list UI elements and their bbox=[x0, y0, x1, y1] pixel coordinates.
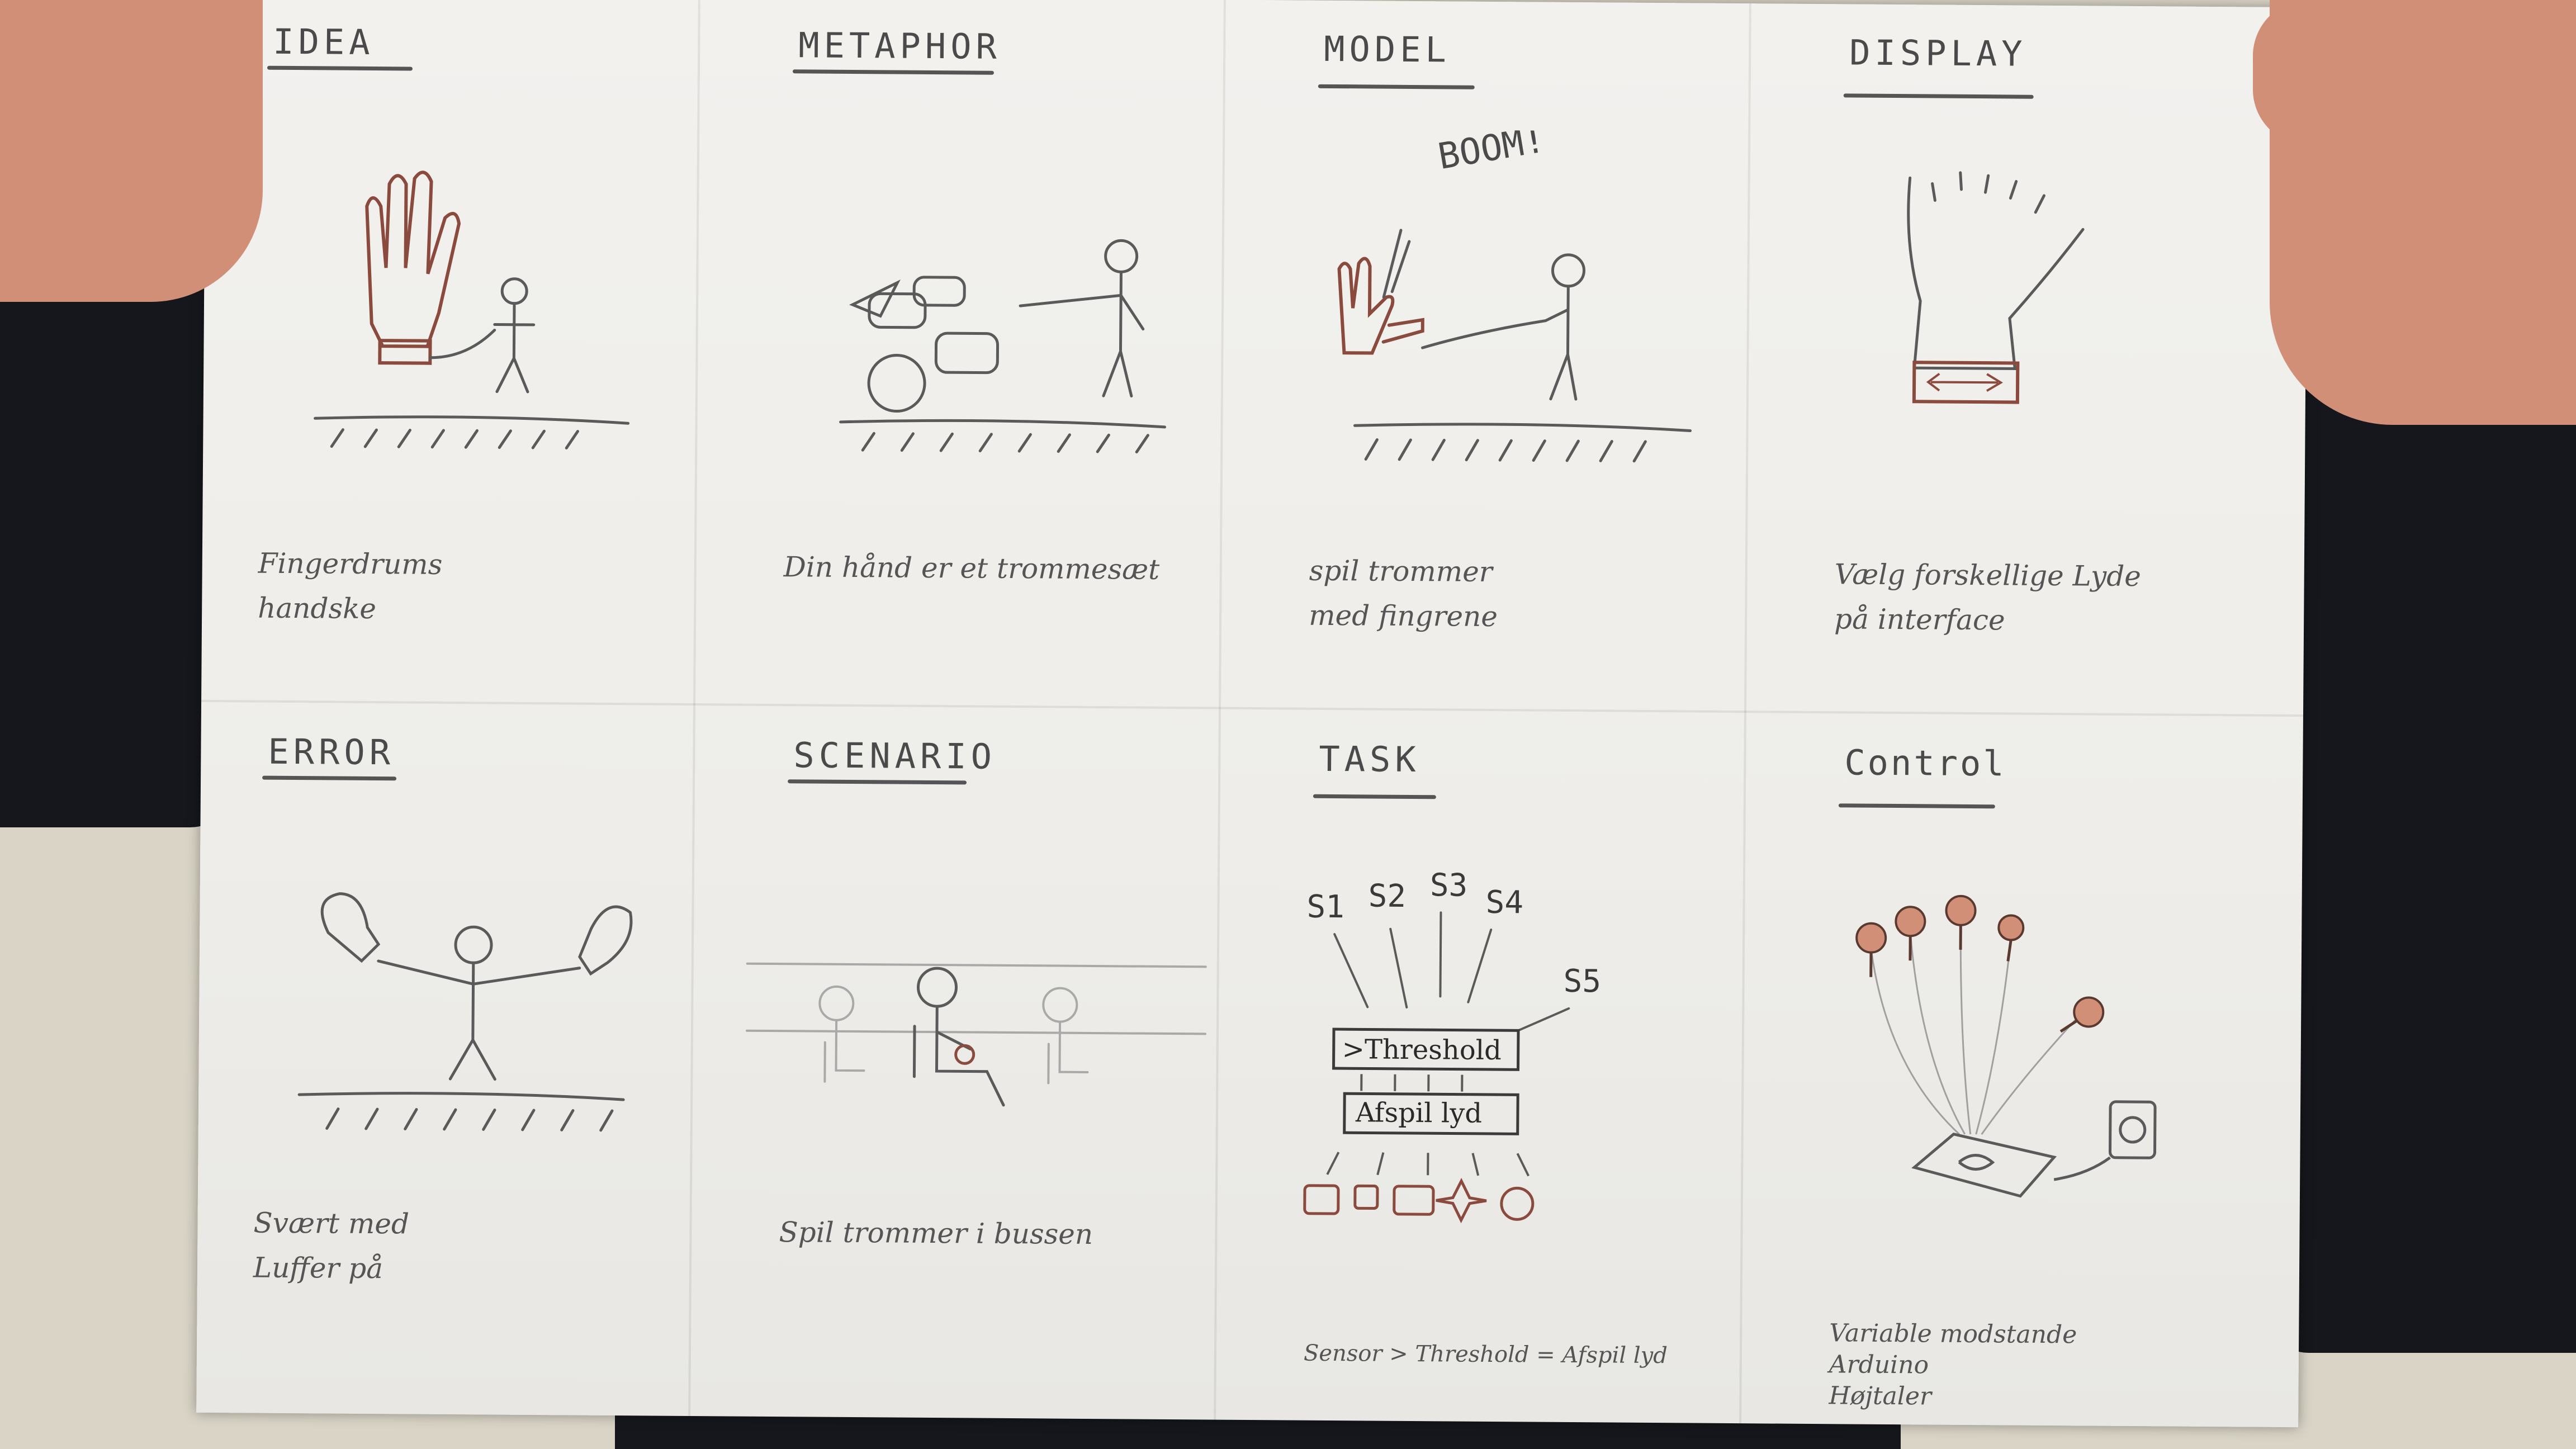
drum-kit-and-stick-figure-sketch bbox=[839, 239, 1167, 454]
panel-control: Control Variable modstande Arduino Højta… bbox=[1773, 714, 2303, 1428]
panel-caption: Fingerdrums handske bbox=[258, 547, 443, 626]
glove-interface-sketch bbox=[1907, 171, 2085, 404]
panel-caption: Spil trommer i bussen bbox=[779, 1216, 1093, 1251]
sweater-left bbox=[0, 212, 235, 827]
sensor-label: S4 bbox=[1485, 884, 1523, 921]
mittens-stick-figure-sketch bbox=[297, 892, 633, 1132]
panel-caption: Variable modstande Arduino Højtaler bbox=[1829, 1319, 2077, 1411]
title-underline bbox=[788, 779, 967, 785]
panel-caption: Svært med Luffer på bbox=[253, 1206, 410, 1285]
storyboard-paper: IDEA Fingerdrums handske METAPHOR Din hå… bbox=[196, 0, 2308, 1428]
panel-title: DISPLAY bbox=[1849, 32, 2027, 74]
sensor-label: S1 bbox=[1306, 889, 1344, 925]
panel-title: MODEL bbox=[1324, 28, 1451, 70]
title-underline bbox=[267, 65, 413, 71]
title-underline bbox=[262, 775, 397, 781]
threshold-box-label: >Threshold bbox=[1342, 1034, 1502, 1066]
title-underline bbox=[1843, 93, 2034, 99]
glove-and-stick-figure-sketch bbox=[314, 171, 630, 449]
play-sound-box-label: Afspil lyd bbox=[1355, 1097, 1482, 1129]
panel-caption: spil trommer med fingrene bbox=[1308, 554, 1498, 633]
boom-exclamation: BOOM! bbox=[1435, 129, 1548, 178]
title-underline bbox=[792, 69, 994, 75]
variable-resistors-arduino-sketch bbox=[1855, 894, 2157, 1198]
panel-model: MODEL BOOM! spil trommer med fingrene bbox=[1252, 0, 1783, 714]
panel-task: TASK S1 S2 S3 S4 S5 >Threshold Afspil ly… bbox=[1247, 710, 1778, 1424]
panel-display: DISPLAY Vælg forskellige Lyde på interfa… bbox=[1778, 4, 2308, 718]
sensor-label: S5 bbox=[1563, 963, 1601, 1000]
sensor-label: S3 bbox=[1430, 867, 1468, 903]
panel-caption: Sensor > Threshold = Afspil lyd bbox=[1303, 1340, 1668, 1369]
right-thumb bbox=[2253, 0, 2365, 145]
panel-title: IDEA bbox=[273, 21, 375, 63]
panel-caption: Vælg forskellige Lyde på interface bbox=[1834, 558, 2142, 637]
title-underline bbox=[1313, 794, 1436, 799]
panel-scenario: SCENARIO Spil trommer i bussen bbox=[722, 706, 1252, 1420]
panel-title: ERROR bbox=[268, 731, 395, 773]
sweater-right bbox=[2264, 291, 2576, 1353]
panel-caption: Din hånd er et trommesæt bbox=[783, 551, 1160, 586]
panel-title: METAPHOR bbox=[798, 25, 1002, 67]
title-underline bbox=[1838, 803, 1995, 809]
sensor-threshold-flow-sketch: S1 S2 S3 S4 S5 >Threshold Afspil lyd bbox=[1303, 867, 1601, 1224]
bus-seats-sketch bbox=[745, 962, 1207, 1107]
panel-title: SCENARIO bbox=[793, 735, 997, 777]
finger-drumming-sketch: BOOM! bbox=[1337, 129, 1692, 463]
panel-error: ERROR Svært med Luffer på bbox=[196, 703, 727, 1417]
title-underline bbox=[1318, 84, 1475, 89]
panel-title: TASK bbox=[1319, 738, 1420, 780]
panel-title: Control bbox=[1844, 742, 2006, 784]
left-thumb bbox=[151, 0, 252, 168]
panel-metaphor: METAPHOR Din hånd er et trommesæt bbox=[727, 0, 1257, 710]
sensor-label: S2 bbox=[1368, 878, 1406, 914]
panel-idea: IDEA Fingerdrums handske bbox=[201, 0, 732, 706]
